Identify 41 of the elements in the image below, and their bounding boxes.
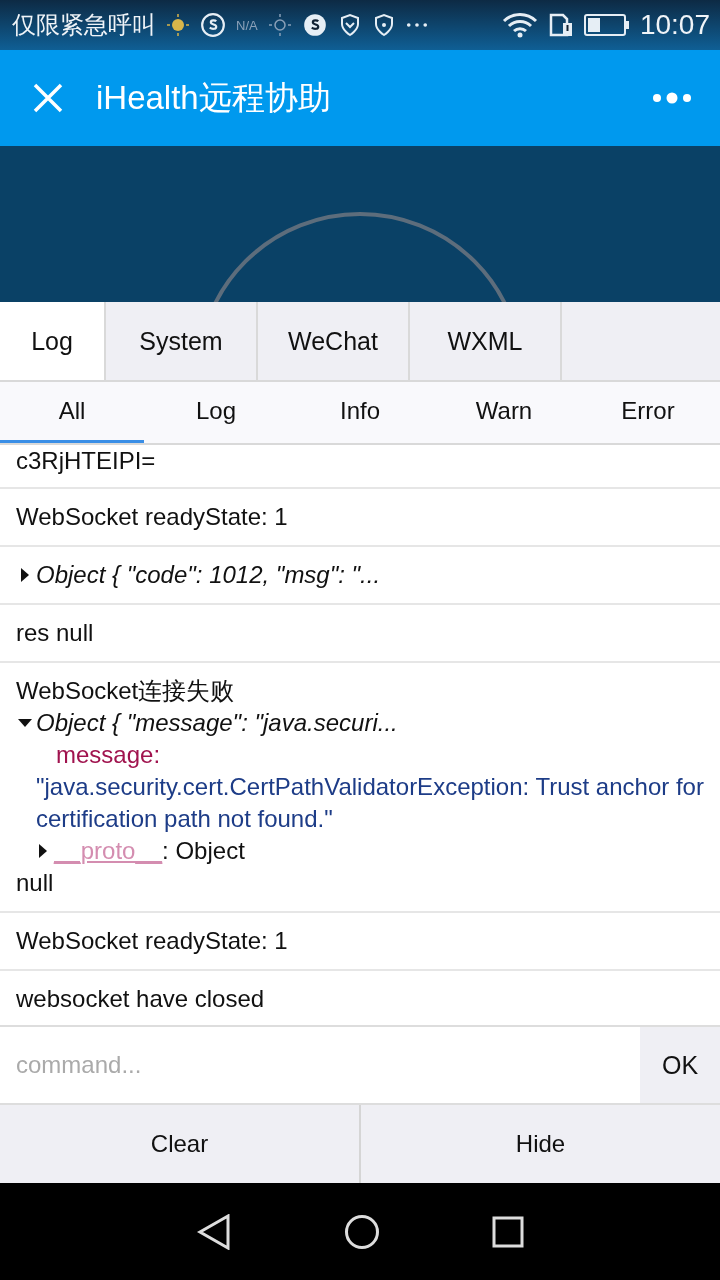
page-title: iHealth远程协助: [96, 77, 331, 118]
filter-tab[interactable]: Warn: [432, 382, 576, 443]
property-key: __proto__: [54, 835, 163, 867]
log-text: websocket have closed: [16, 984, 266, 1014]
brightness-icon: [267, 13, 292, 37]
sun-icon: [166, 13, 190, 37]
property-key: message:: [36, 739, 161, 771]
tab[interactable]: Log: [0, 302, 106, 380]
ok-button[interactable]: OK: [640, 1027, 720, 1103]
property-value: "java.security.cert.CertPathValidatorException: Trust anchor for certification path not found.": [36, 772, 704, 834]
sim-alert-icon: [547, 12, 574, 38]
filter-tab[interactable]: Error: [576, 382, 720, 443]
s-circle-icon: [200, 12, 226, 38]
log-text: WebSocket readyState: 1: [16, 926, 289, 956]
caret-icon[interactable]: [20, 568, 30, 582]
back-icon[interactable]: [196, 1213, 232, 1250]
caret-icon[interactable]: [38, 844, 48, 858]
filter-tab[interactable]: Info: [288, 382, 432, 443]
recents-icon[interactable]: [492, 1215, 524, 1248]
filter-tab[interactable]: Log: [144, 382, 288, 443]
log-text: WebSocket连接失败: [16, 676, 236, 706]
more-icon[interactable]: [652, 92, 692, 104]
more-icon: [405, 21, 428, 29]
s-circle-icon: [301, 12, 328, 38]
close-icon[interactable]: [32, 82, 64, 114]
carrier-text: 仅限紧急呼叫: [12, 10, 156, 40]
filter-tab[interactable]: All: [0, 382, 144, 443]
caret-icon[interactable]: [18, 718, 32, 728]
clock-time: 10:07: [639, 9, 710, 41]
battery-icon: [583, 13, 630, 37]
log-text: null: [16, 868, 55, 898]
wifi-icon: [501, 12, 538, 38]
property-value: : Object: [162, 836, 245, 866]
footer-button[interactable]: Clear: [0, 1105, 359, 1183]
object-summary[interactable]: Object { "message": "java.securi...: [36, 707, 398, 739]
object-summary[interactable]: Object { "code": 1012, "msg": "...: [36, 559, 381, 591]
log-text: WebSocket readyState: 1: [16, 502, 289, 532]
network-label: N/A: [236, 17, 258, 33]
home-icon[interactable]: [344, 1213, 380, 1250]
log-text: c3RjHTEIPI=: [16, 446, 157, 476]
log-text: res null: [16, 618, 95, 648]
